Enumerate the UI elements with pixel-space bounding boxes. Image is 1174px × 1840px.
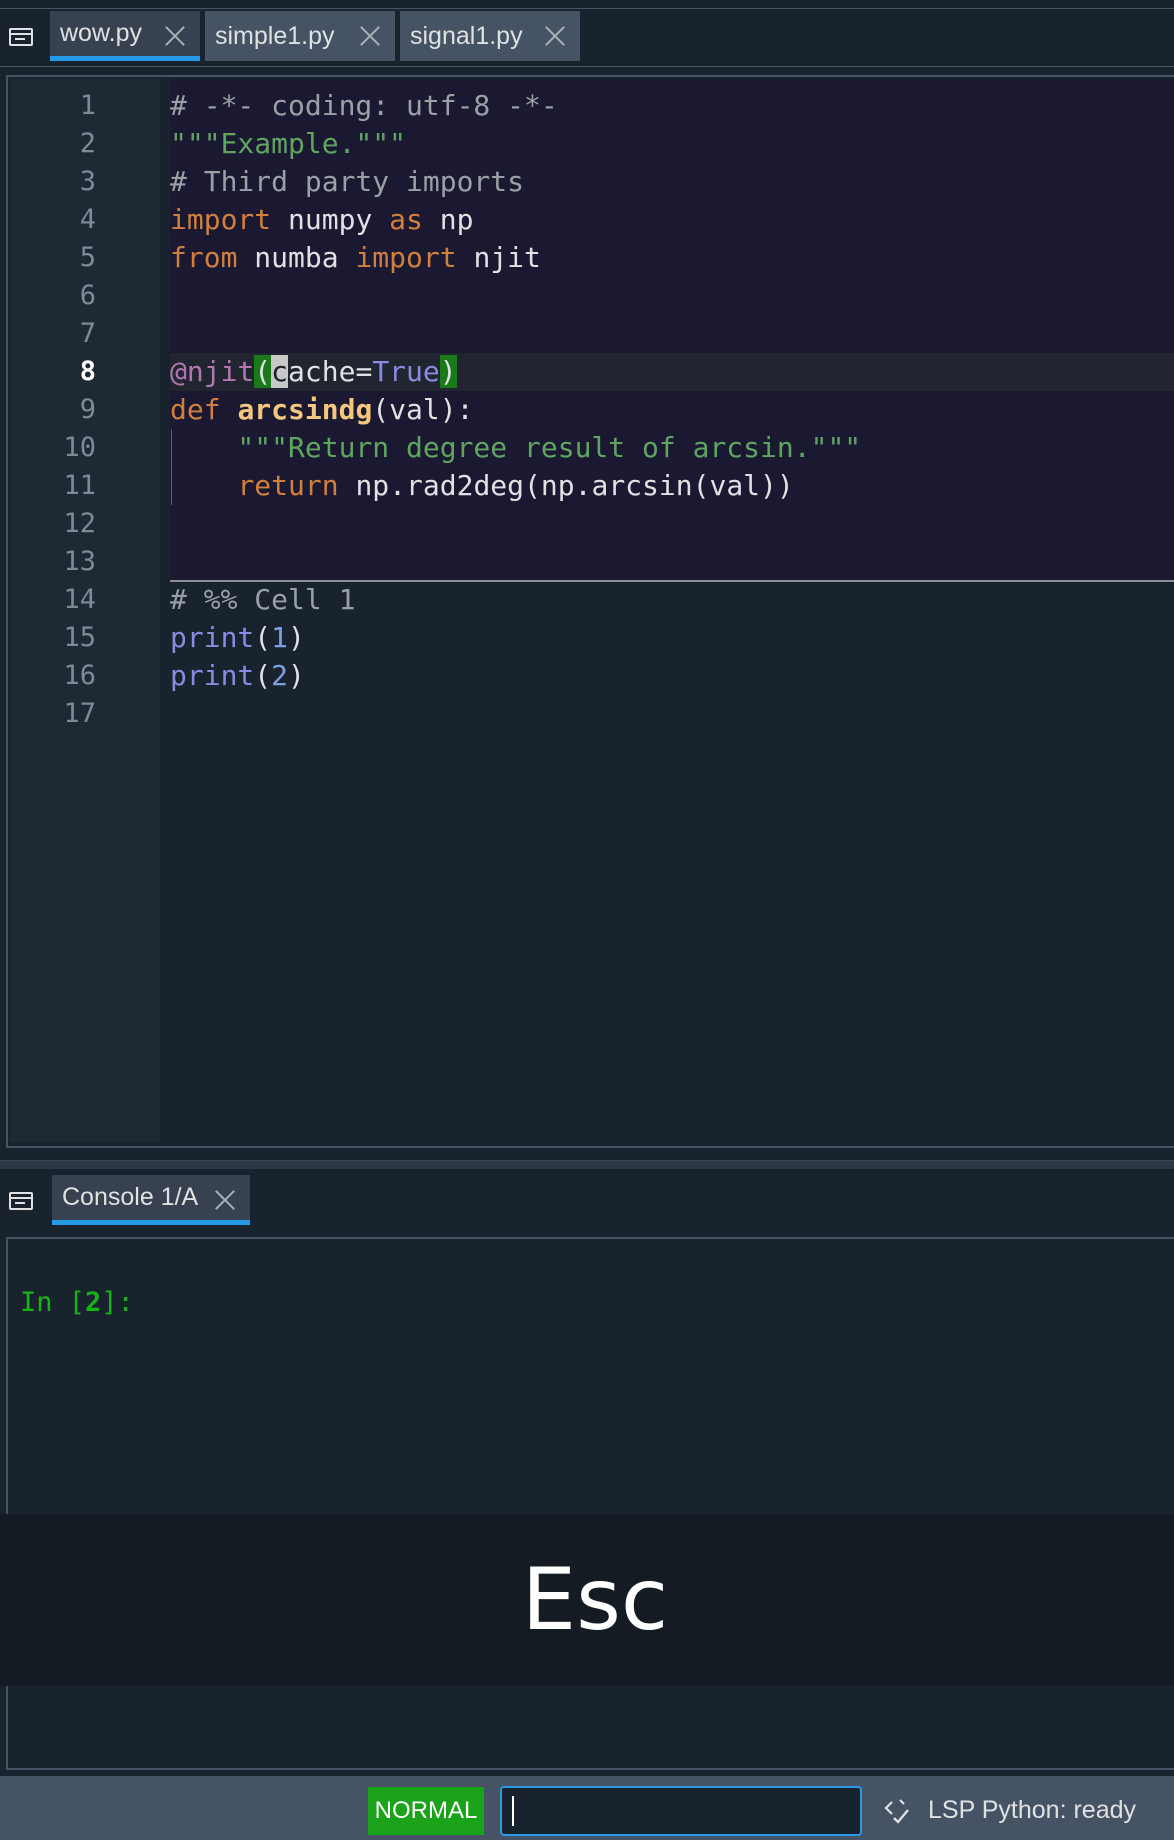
line-number: 4 — [79, 204, 96, 235]
code-line[interactable]: return np.rad2deg(np.arcsin(val)) — [170, 467, 794, 505]
line-number: 10 — [63, 432, 96, 463]
keyword: def — [170, 393, 221, 426]
keypress-label: Esc — [521, 1550, 669, 1650]
tab-console-1a[interactable]: Console 1/A — [52, 1175, 250, 1225]
paren: ( — [254, 659, 272, 692]
code-line[interactable]: print(1) — [170, 619, 305, 657]
alias-name: np — [422, 203, 474, 236]
matched-bracket: ( — [254, 355, 272, 388]
pane-options-icon[interactable] — [6, 23, 36, 51]
code-line[interactable]: import numpy as np — [170, 201, 473, 239]
paren: ( — [254, 621, 272, 654]
module-name: numpy — [271, 203, 390, 236]
decorator: @njit — [170, 355, 255, 388]
docstring: """Example.""" — [170, 127, 407, 160]
argument: ache= — [288, 355, 373, 388]
text-cursor: c — [271, 355, 289, 388]
line-number: 9 — [79, 394, 96, 425]
line-number: 15 — [63, 622, 96, 653]
tab-label: signal1.py — [410, 21, 523, 50]
console-tab-bar: Console 1/A — [0, 1169, 1174, 1231]
import-name: njit — [456, 241, 541, 274]
tab-label: simple1.py — [215, 21, 335, 50]
matched-bracket: ) — [439, 355, 457, 388]
code-line[interactable]: """Example.""" — [170, 125, 406, 163]
line-number: 5 — [79, 242, 96, 273]
tab-wow-py[interactable]: wow.py — [50, 11, 200, 61]
close-icon[interactable] — [542, 23, 568, 49]
keyword: import — [170, 203, 272, 236]
pane-splitter[interactable] — [0, 1160, 1174, 1169]
close-icon[interactable] — [357, 23, 383, 49]
line-number: 3 — [79, 166, 96, 197]
line-number: 11 — [63, 470, 96, 501]
line-number: 14 — [63, 584, 96, 615]
cell-marker-comment: # %% Cell 1 — [170, 583, 356, 616]
line-number: 2 — [79, 128, 96, 159]
keyword: return — [237, 469, 339, 502]
keyword: as — [389, 203, 423, 236]
code-line[interactable]: """Return degree result of arcsin.""" — [170, 429, 861, 467]
line-number: 1 — [79, 90, 96, 121]
signature: (val): — [372, 393, 474, 426]
keyword: from — [170, 241, 238, 274]
builtin-function: print — [170, 621, 255, 654]
tab-simple1-py[interactable]: simple1.py — [205, 11, 395, 61]
code-line[interactable]: from numba import njit — [170, 239, 541, 277]
line-number: 12 — [63, 508, 96, 539]
prompt-suffix: ]: — [101, 1287, 134, 1318]
number: 1 — [271, 621, 289, 654]
expression: np.rad2deg(np.arcsin(val)) — [338, 469, 794, 502]
close-icon[interactable] — [212, 1187, 238, 1213]
function-name: arcsindg — [237, 393, 373, 426]
prompt-number: 2 — [85, 1287, 102, 1318]
lsp-status-text: LSP Python: ready — [928, 1796, 1137, 1824]
code-line[interactable]: # Third party imports — [170, 163, 524, 201]
number: 2 — [271, 659, 289, 692]
comment: # -*- coding: utf-8 -*- — [170, 89, 558, 122]
code-line[interactable]: print(2) — [170, 657, 305, 695]
tab-label: Console 1/A — [62, 1183, 199, 1211]
line-number-gutter: 1 2 3 4 5 6 7 8 9 10 11 12 13 14 15 16 1… — [10, 79, 160, 1142]
tab-signal1-py[interactable]: signal1.py — [400, 11, 580, 61]
keyword: import — [355, 241, 457, 274]
line-number: 17 — [63, 698, 96, 729]
paren: ) — [288, 659, 305, 692]
builtin-constant: True — [372, 355, 440, 388]
window-top-edge — [0, 0, 1174, 9]
vim-command-input[interactable] — [500, 1786, 862, 1836]
pane-options-icon[interactable] — [6, 1187, 36, 1215]
editor-tab-bar: wow.py simple1.py signal1.py — [0, 9, 1174, 67]
line-number: 6 — [79, 280, 96, 311]
ipython-console[interactable] — [6, 1237, 1174, 1770]
close-icon[interactable] — [162, 23, 188, 49]
code-line[interactable]: # -*- coding: utf-8 -*- — [170, 87, 558, 125]
code-line-current[interactable]: @njit(cache=True) — [170, 353, 457, 391]
line-number: 16 — [63, 660, 96, 691]
line-number: 7 — [79, 318, 96, 349]
tab-label: wow.py — [60, 19, 142, 47]
vim-mode-badge: NORMAL — [368, 1787, 484, 1835]
console-prompt: In [2]: — [20, 1287, 134, 1318]
lsp-status-icon[interactable] — [882, 1796, 912, 1826]
input-caret — [512, 1796, 514, 1826]
line-number: 13 — [63, 546, 96, 577]
module-name: numba — [237, 241, 356, 274]
line-number-current: 8 — [79, 356, 96, 387]
paren: ) — [288, 621, 305, 654]
prompt-prefix: In [ — [20, 1287, 86, 1318]
code-line[interactable]: def arcsindg(val): — [170, 391, 473, 429]
docstring: """Return degree result of arcsin.""" — [170, 431, 862, 464]
builtin-function: print — [170, 659, 255, 692]
code-line[interactable]: # %% Cell 1 — [170, 581, 355, 619]
comment: # Third party imports — [170, 165, 525, 198]
